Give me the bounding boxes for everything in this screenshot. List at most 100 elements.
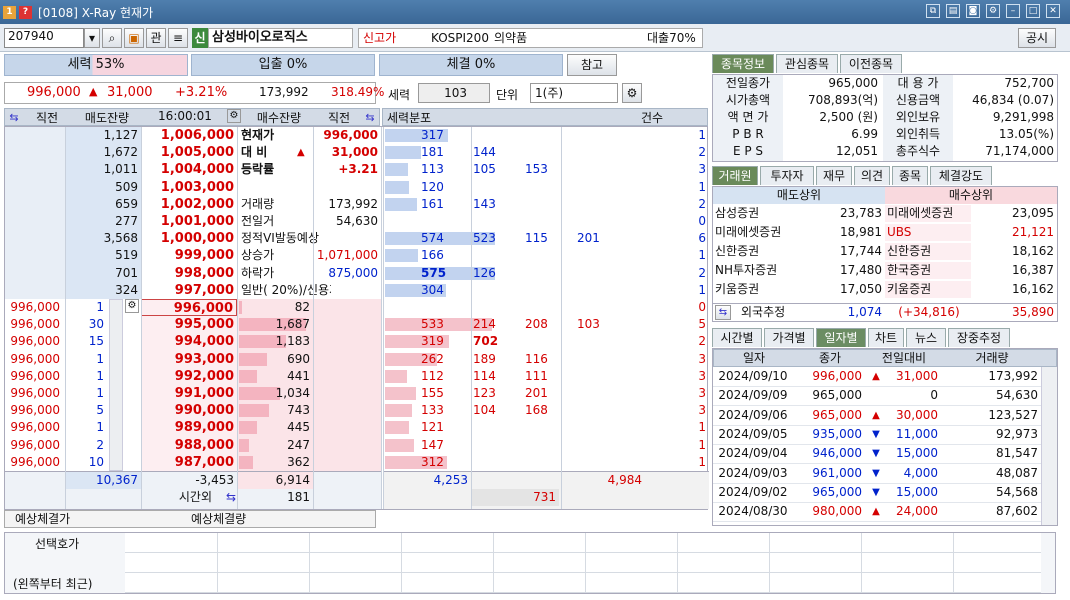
header-gear-icon[interactable]: ⚙ bbox=[227, 109, 241, 123]
ask-qty[interactable]: 659 bbox=[65, 196, 141, 213]
bid-price[interactable]: 993,000 bbox=[141, 351, 237, 368]
print-icon[interactable]: ▤ bbox=[946, 4, 960, 18]
link-icon[interactable]: ⧉ bbox=[926, 4, 940, 18]
stock-code-input[interactable]: 207940 bbox=[4, 28, 84, 48]
ask-price[interactable]: 1,000,000 bbox=[141, 230, 237, 247]
chart-icon[interactable]: ≡ bbox=[168, 28, 188, 48]
tab-관심종목[interactable]: 관심종목 bbox=[776, 54, 838, 73]
bid-qty[interactable]: 690 bbox=[237, 351, 313, 368]
sell-broker-qty: 18,981 bbox=[840, 225, 882, 239]
ask-qty[interactable]: 1,011 bbox=[65, 161, 141, 178]
close-icon[interactable]: ✕ bbox=[1046, 4, 1060, 18]
sell-broker-name[interactable]: 미래에셋증권 bbox=[713, 224, 801, 241]
buy-broker-name[interactable]: 키움증권 bbox=[885, 281, 971, 298]
bid-prev-qty: 2 bbox=[96, 437, 104, 452]
bid-price[interactable]: 987,000 bbox=[141, 454, 237, 471]
ask-qty[interactable]: 701 bbox=[65, 265, 141, 282]
bid-price[interactable]: 995,000 bbox=[141, 316, 237, 333]
bid-qty[interactable]: 445 bbox=[237, 419, 313, 436]
bid-price[interactable]: 996,000 bbox=[141, 299, 237, 316]
bid-qty[interactable]: 743 bbox=[237, 402, 313, 419]
sell-broker-name[interactable]: 키움증권 bbox=[713, 281, 801, 298]
ask-price[interactable]: 1,005,000 bbox=[141, 144, 237, 161]
bid-qty[interactable]: 1,183 bbox=[237, 333, 313, 350]
seryeok-input[interactable]: 103 bbox=[418, 83, 490, 103]
ask-qty[interactable]: 509 bbox=[65, 179, 141, 196]
ask-price[interactable]: 999,000 bbox=[141, 247, 237, 264]
info-key: 외인보유 bbox=[895, 110, 941, 124]
tab-종목[interactable]: 종목 bbox=[892, 166, 928, 185]
bid-qty[interactable]: 1,034 bbox=[237, 385, 313, 402]
daily-scrollbar[interactable] bbox=[1041, 367, 1057, 525]
tab-재무[interactable]: 재무 bbox=[816, 166, 852, 185]
minimize-icon[interactable]: – bbox=[1006, 4, 1020, 18]
orderbook: 1,127 1,006,000 현재가 996,000 317 1 1,672 1,005,0… bbox=[4, 109, 709, 510]
tab-체결강도[interactable]: 체결강도 bbox=[930, 166, 992, 185]
buy-broker-name[interactable]: 한국증권 bbox=[885, 262, 971, 279]
bid-price[interactable]: 992,000 bbox=[141, 368, 237, 385]
tab-종목정보[interactable]: 종목정보 bbox=[712, 54, 774, 73]
buy-broker-name[interactable]: 미래에셋증권 bbox=[885, 205, 971, 222]
tab-시간별[interactable]: 시간별 bbox=[712, 328, 762, 347]
maximize-icon[interactable]: □ bbox=[1026, 4, 1040, 18]
ask-qty[interactable]: 1,127 bbox=[65, 127, 141, 144]
tab-거래원[interactable]: 거래원 bbox=[712, 166, 758, 185]
bid-qty[interactable]: 82 bbox=[237, 299, 313, 316]
tab-일자별[interactable]: 일자별 bbox=[816, 328, 866, 347]
ask-price[interactable]: 1,006,000 bbox=[141, 127, 237, 144]
bid-qty[interactable]: 247 bbox=[237, 437, 313, 454]
tab-차트[interactable]: 차트 bbox=[868, 328, 904, 347]
bid-dist-value: 112 bbox=[421, 368, 444, 383]
tab-뉴스[interactable]: 뉴스 bbox=[906, 328, 946, 347]
stock-name[interactable]: 삼성바이오로직스 bbox=[208, 28, 353, 48]
bid-price[interactable]: 988,000 bbox=[141, 437, 237, 454]
unit-select[interactable]: 1(주) bbox=[530, 83, 618, 103]
bid-price[interactable]: 990,000 bbox=[141, 402, 237, 419]
ask-price[interactable]: 1,004,000 bbox=[141, 161, 237, 178]
swap-right-icon[interactable]: ⇆ bbox=[361, 109, 379, 126]
dropdown-icon[interactable]: ▾ bbox=[84, 28, 100, 48]
bid-qty[interactable]: 1,687 bbox=[237, 316, 313, 333]
folder-icon[interactable]: ▣ bbox=[124, 28, 144, 48]
bid-scrollbar[interactable] bbox=[109, 299, 123, 471]
tab-투자자[interactable]: 투자자 bbox=[760, 166, 814, 185]
bid-qty[interactable]: 441 bbox=[237, 368, 313, 385]
sell-broker-name[interactable]: NH투자증권 bbox=[713, 262, 801, 279]
help-icon[interactable]: ? bbox=[19, 5, 32, 19]
small-gear-icon[interactable]: ⚙ bbox=[125, 299, 139, 313]
buy-broker-name[interactable]: UBS bbox=[885, 224, 971, 241]
notice-button[interactable]: 공시 bbox=[1018, 28, 1056, 48]
buy-broker-name[interactable]: 신한증권 bbox=[885, 243, 971, 260]
swap-left-icon[interactable]: ⇆ bbox=[5, 109, 23, 126]
tab-장중추정[interactable]: 장중추정 bbox=[948, 328, 1010, 347]
ask-qty[interactable]: 519 bbox=[65, 247, 141, 264]
bid-prev-price: 996,000 bbox=[10, 317, 60, 332]
bid-price[interactable]: 991,000 bbox=[141, 385, 237, 402]
ask-qty[interactable]: 277 bbox=[65, 213, 141, 230]
bid-price[interactable]: 989,000 bbox=[141, 419, 237, 436]
ask-price[interactable]: 1,002,000 bbox=[141, 196, 237, 213]
gear-icon[interactable]: ⚙ bbox=[986, 4, 1000, 18]
camera-icon[interactable]: ◙ bbox=[966, 4, 980, 18]
sell-broker-name[interactable]: 삼성증권 bbox=[713, 205, 801, 222]
selected-orders-label: 선택호가 bbox=[35, 537, 80, 551]
tab-이전종목[interactable]: 이전종목 bbox=[840, 54, 902, 73]
refresh-icon[interactable]: ⇆ bbox=[715, 305, 731, 320]
gwan-button[interactable]: 관 bbox=[146, 28, 166, 48]
ask-qty[interactable]: 324 bbox=[65, 282, 141, 299]
ask-qty[interactable]: 1,672 bbox=[65, 144, 141, 161]
ask-price[interactable]: 1,001,000 bbox=[141, 213, 237, 230]
settings-gear-icon[interactable]: ⚙ bbox=[622, 83, 642, 103]
sell-broker-name[interactable]: 신한증권 bbox=[713, 243, 801, 260]
info-key: 외인취득 bbox=[895, 127, 941, 141]
tab-의견[interactable]: 의견 bbox=[854, 166, 890, 185]
bid-price[interactable]: 994,000 bbox=[141, 333, 237, 350]
ask-price[interactable]: 998,000 bbox=[141, 265, 237, 282]
bid-qty[interactable]: 362 bbox=[237, 454, 313, 471]
ask-price[interactable]: 997,000 bbox=[141, 282, 237, 299]
ask-price[interactable]: 1,003,000 bbox=[141, 179, 237, 196]
ask-qty[interactable]: 3,568 bbox=[65, 230, 141, 247]
reference-button[interactable]: 참고 bbox=[567, 54, 617, 76]
tab-가격별[interactable]: 가격별 bbox=[764, 328, 814, 347]
search-icon[interactable]: ⌕ bbox=[102, 28, 122, 48]
